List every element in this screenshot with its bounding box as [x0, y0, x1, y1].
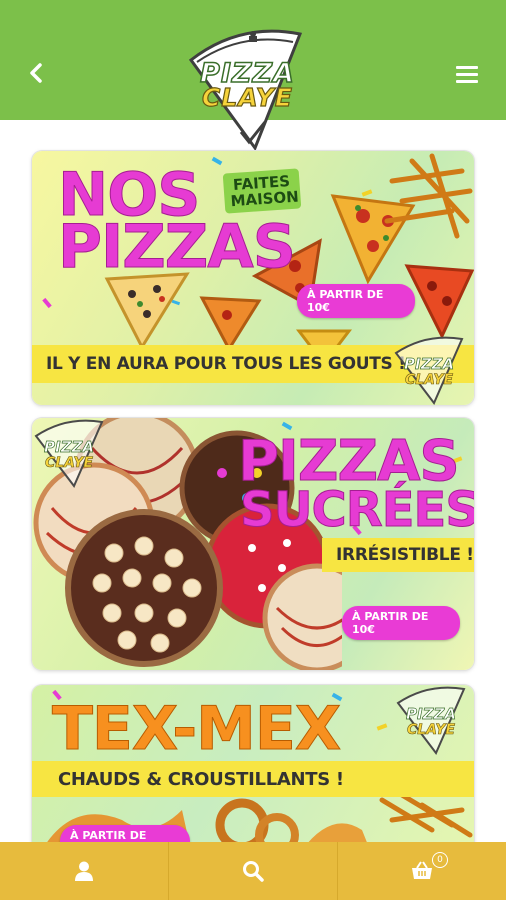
- bottom-tab-bar: 0: [0, 842, 506, 900]
- hamburger-menu-icon: [456, 66, 478, 69]
- watermark-text-line1: PIZZA: [404, 355, 454, 373]
- cart-count-badge: 0: [432, 852, 448, 868]
- card-tagline: CHAUDS & CROUSTILLANTS !: [32, 761, 474, 797]
- chevron-left-icon: [30, 63, 42, 83]
- watermark-logo: PIZZA CLAYE: [392, 331, 466, 405]
- card-title-line2: PIZZAS: [58, 212, 297, 282]
- watermark-logo: PIZZA CLAYE: [394, 685, 468, 755]
- logo-text-claye: CLAYE: [201, 82, 293, 112]
- price-badge: À PARTIR DE 10€: [297, 284, 415, 318]
- watermark-text-line2: CLAYE: [45, 455, 94, 471]
- homemade-badge: FAITES MAISON: [222, 168, 302, 214]
- search-icon: [243, 861, 264, 882]
- category-card-nos-pizzas[interactable]: NOS PIZZAS FAITES MAISON À PARTIR DE 10€…: [32, 151, 474, 405]
- pizza-slice-icon: PIZZA CLAYE: [394, 336, 464, 405]
- category-banner: PIZZAS SUCRÉES IRRÉSISTIBLE ! À PARTIR D…: [32, 418, 474, 670]
- category-card-pizzas-sucrees[interactable]: PIZZAS SUCRÉES IRRÉSISTIBLE ! À PARTIR D…: [32, 418, 474, 670]
- pizza-slice-image: [199, 296, 262, 353]
- watermark-text-line2: CLAYE: [407, 722, 456, 738]
- fries-image: [384, 153, 473, 239]
- card-title: TEX-MEX: [51, 694, 341, 764]
- category-banner: NOS PIZZAS FAITES MAISON À PARTIR DE 10€…: [32, 151, 474, 405]
- price-badge: À PARTIR DE 10€: [342, 606, 460, 640]
- watermark-logo: PIZZA CLAYE: [32, 418, 106, 488]
- user-icon: [75, 861, 93, 881]
- menu-button[interactable]: [456, 66, 478, 84]
- pizza-slice-icon: PIZZA CLAYE: [396, 686, 466, 755]
- search-tab[interactable]: [168, 842, 337, 900]
- pizza-slice-icon: PIZZA CLAYE: [34, 419, 104, 488]
- hamburger-line: [456, 73, 478, 76]
- category-banner: TEX-MEX CHAUDS & CROUSTILLANTS ! À PARTI…: [32, 685, 474, 855]
- account-tab[interactable]: [0, 842, 168, 900]
- watermark-text-line2: CLAYE: [405, 372, 454, 388]
- hamburger-line: [456, 80, 478, 83]
- card-tagline: IRRÉSISTIBLE !: [322, 538, 474, 572]
- cart-icon: [412, 861, 432, 879]
- back-button[interactable]: [22, 58, 50, 88]
- cart-tab[interactable]: 0: [337, 842, 506, 900]
- card-title-line2: SUCRÉES: [240, 482, 474, 538]
- watermark-text-line1: PIZZA: [44, 438, 94, 456]
- brand-logo[interactable]: PIZZA CLAYE: [185, 20, 310, 155]
- watermark-text-line1: PIZZA: [406, 705, 456, 723]
- category-card-tex-mex[interactable]: TEX-MEX CHAUDS & CROUSTILLANTS ! À PARTI…: [32, 685, 474, 855]
